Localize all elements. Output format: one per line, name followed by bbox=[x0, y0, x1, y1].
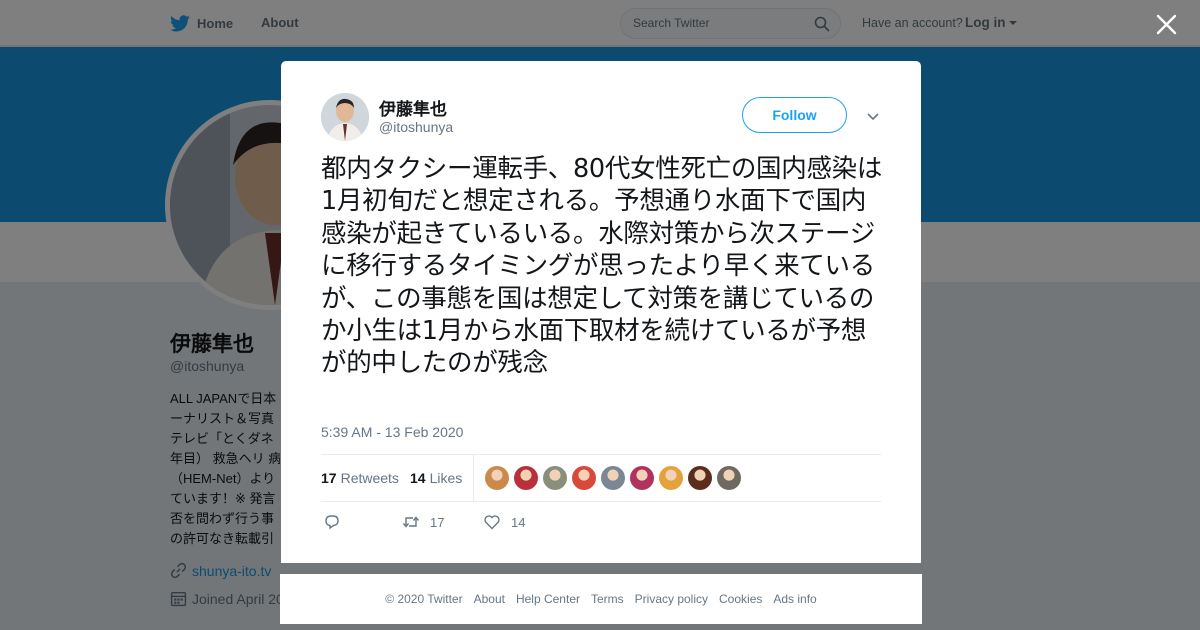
liker-avatar-3[interactable] bbox=[543, 466, 567, 490]
chevron-down-icon[interactable] bbox=[866, 109, 880, 123]
likes-label: Likes bbox=[429, 470, 463, 486]
likes-count: 14 bbox=[410, 470, 426, 486]
liker-avatar-2[interactable] bbox=[514, 466, 538, 490]
author-avatar[interactable] bbox=[321, 93, 369, 141]
liker-avatars bbox=[485, 466, 746, 490]
retweet-button[interactable]: 17 bbox=[402, 513, 444, 531]
liker-avatar-4[interactable] bbox=[572, 466, 596, 490]
author-handle[interactable]: @itoshunya bbox=[379, 119, 453, 135]
retweet-icon bbox=[402, 516, 420, 528]
footer-link-0[interactable]: © 2020 Twitter bbox=[385, 592, 462, 606]
retweets-count: 17 bbox=[321, 470, 337, 486]
author-name[interactable]: 伊藤隼也 bbox=[379, 95, 447, 120]
footer-link-4[interactable]: Privacy policy bbox=[635, 592, 708, 606]
liker-avatar-7[interactable] bbox=[659, 466, 683, 490]
stats-divider bbox=[473, 455, 474, 501]
liker-avatar-1[interactable] bbox=[485, 466, 509, 490]
reply-button[interactable] bbox=[323, 513, 351, 531]
footer-link-2[interactable]: Help Center bbox=[516, 592, 580, 606]
tweet-timestamp[interactable]: 5:39 AM - 13 Feb 2020 bbox=[321, 424, 463, 440]
tweet-actions: 17 14 bbox=[321, 513, 881, 533]
footer-link-5[interactable]: Cookies bbox=[719, 592, 762, 606]
follow-button[interactable]: Follow bbox=[742, 97, 847, 133]
like-action-count: 14 bbox=[511, 514, 526, 530]
heart-icon bbox=[484, 515, 500, 530]
footer-link-3[interactable]: Terms bbox=[591, 592, 624, 606]
liker-avatar-6[interactable] bbox=[630, 466, 654, 490]
retweets-label: Retweets bbox=[340, 470, 399, 486]
modal-footer: © 2020 Twitter About Help Center Terms Priva… bbox=[280, 574, 922, 624]
liker-avatar-8[interactable] bbox=[688, 466, 712, 490]
tweet-stats: 17 Retweets 14 Likes bbox=[321, 454, 881, 502]
footer-link-6[interactable]: Ads info bbox=[773, 592, 816, 606]
liker-avatar-5[interactable] bbox=[601, 466, 625, 490]
author-avatar-image bbox=[321, 93, 369, 141]
liker-avatar-9[interactable] bbox=[717, 466, 741, 490]
tweet-text: 都内タクシー運転手、80代女性死亡の国内感染は1月初旬だと想定される。予想通り水… bbox=[321, 154, 883, 379]
close-icon[interactable] bbox=[1155, 13, 1178, 36]
reply-icon bbox=[325, 515, 339, 530]
like-button[interactable]: 14 bbox=[483, 513, 525, 531]
retweet-action-count: 17 bbox=[430, 514, 445, 530]
retweets-stat[interactable]: 17 Retweets bbox=[321, 470, 399, 486]
footer-link-1[interactable]: About bbox=[474, 592, 505, 606]
likes-stat[interactable]: 14 Likes bbox=[410, 470, 462, 486]
tweet-modal: 伊藤隼也 @itoshunya Follow 都内タクシー運転手、80代女性死亡… bbox=[281, 61, 921, 563]
